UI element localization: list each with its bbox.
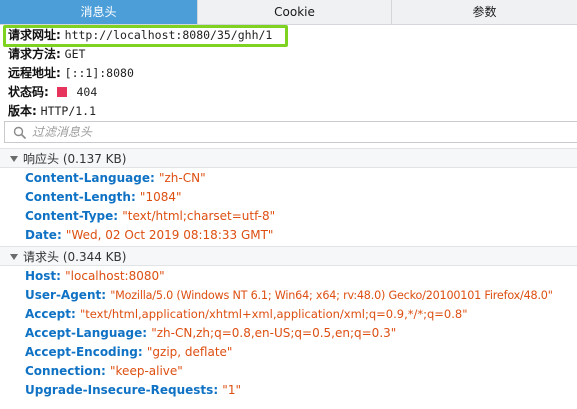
request-header-row[interactable]: Host: "localhost:8080"	[25, 267, 165, 286]
tab-cookies[interactable]: Cookie	[198, 0, 392, 24]
tab-bar: 消息头 Cookie 参数	[0, 0, 577, 25]
search-icon	[13, 126, 27, 140]
header-value: "gzip, deflate"	[146, 345, 233, 359]
response-header-row[interactable]: Content-Language: "zh-CN"	[25, 169, 206, 188]
tab-headers[interactable]: 消息头	[0, 0, 198, 24]
header-name: Accept-Encoding	[25, 345, 138, 359]
collapse-arrow-icon[interactable]	[10, 254, 18, 260]
header-value: "1084"	[139, 190, 182, 204]
header-value: "localhost:8080"	[65, 269, 165, 283]
request-url-label: 请求网址:	[8, 28, 61, 42]
header-name: Content-Type	[25, 209, 114, 223]
request-url-value[interactable]: http://localhost:8080/35/ghh/1	[65, 28, 273, 42]
request-method-label: 请求方法:	[8, 47, 61, 61]
header-value: "1"	[222, 383, 241, 397]
tab-params[interactable]: 参数	[392, 0, 577, 24]
response-header-row[interactable]: Date: "Wed, 02 Oct 2019 08:18:33 GMT"	[25, 226, 273, 245]
header-name: Connection	[25, 364, 102, 378]
header-name: Host	[25, 269, 57, 283]
http-version-value: HTTP/1.1	[40, 104, 97, 118]
header-name: Accept	[25, 307, 71, 321]
status-code-label: 状态码:	[8, 85, 49, 99]
filter-headers-box[interactable]	[4, 121, 577, 143]
response-headers-section[interactable]: 响应头 (0.137 KB)	[0, 148, 577, 168]
request-header-row[interactable]: Upgrade-Insecure-Requests: "1"	[25, 381, 241, 400]
header-value: "text/html,application/xhtml+xml,applica…	[79, 307, 468, 321]
header-value: "text/html;charset=utf-8"	[122, 209, 276, 223]
request-headers-section[interactable]: 请求头 (0.344 KB)	[0, 246, 577, 266]
header-name: Upgrade-Insecure-Requests	[25, 383, 214, 397]
status-indicator-icon	[56, 87, 67, 97]
header-value: "keep-alive"	[110, 364, 183, 378]
response-header-row[interactable]: Content-Length: "1084"	[25, 188, 182, 207]
request-method-row: 请求方法: GET	[8, 45, 85, 63]
remote-address-label: 远程地址:	[8, 66, 61, 80]
request-header-row[interactable]: Accept: "text/html,application/xhtml+xml…	[25, 305, 468, 324]
header-name: User-Agent	[25, 288, 102, 302]
http-version-label: 版本:	[8, 104, 37, 118]
remote-address-value: [::1]:8080	[64, 66, 134, 80]
request-method-value: GET	[64, 47, 86, 61]
header-name: Date	[25, 228, 57, 242]
request-header-row[interactable]: Accept-Encoding: "gzip, deflate"	[25, 343, 232, 362]
header-value: "Mozilla/5.0 (Windows NT 6.1; Win64; x64…	[110, 289, 553, 302]
header-name: Accept-Language	[25, 326, 143, 340]
header-value: "zh-CN"	[158, 171, 206, 185]
request-header-row[interactable]: Accept-Language: "zh-CN,zh;q=0.8,en-US;q…	[25, 324, 396, 343]
filter-headers-input[interactable]	[32, 122, 562, 142]
status-code-row: 状态码: 404	[8, 83, 97, 101]
request-header-row[interactable]: User-Agent: "Mozilla/5.0 (Windows NT 6.1…	[25, 286, 553, 305]
response-header-row[interactable]: Content-Type: "text/html;charset=utf-8"	[25, 207, 275, 226]
header-value: "Wed, 02 Oct 2019 08:18:33 GMT"	[65, 228, 274, 242]
http-version-row: 版本: HTTP/1.1	[8, 102, 96, 120]
header-name: Content-Language	[25, 171, 150, 185]
remote-address-row: 远程地址: [::1]:8080	[8, 64, 134, 82]
request-url-row: 请求网址: http://localhost:8080/35/ghh/1	[8, 26, 272, 44]
collapse-arrow-icon[interactable]	[10, 156, 18, 162]
header-value: "zh-CN,zh;q=0.8,en-US;q=0.5,en;q=0.3"	[151, 326, 397, 340]
status-code-value: 404	[76, 85, 98, 99]
header-name: Content-Length	[25, 190, 131, 204]
request-header-row[interactable]: Connection: "keep-alive"	[25, 362, 183, 381]
response-headers-title: 响应头 (0.137 KB)	[23, 152, 127, 166]
request-headers-title: 请求头 (0.344 KB)	[23, 250, 127, 264]
